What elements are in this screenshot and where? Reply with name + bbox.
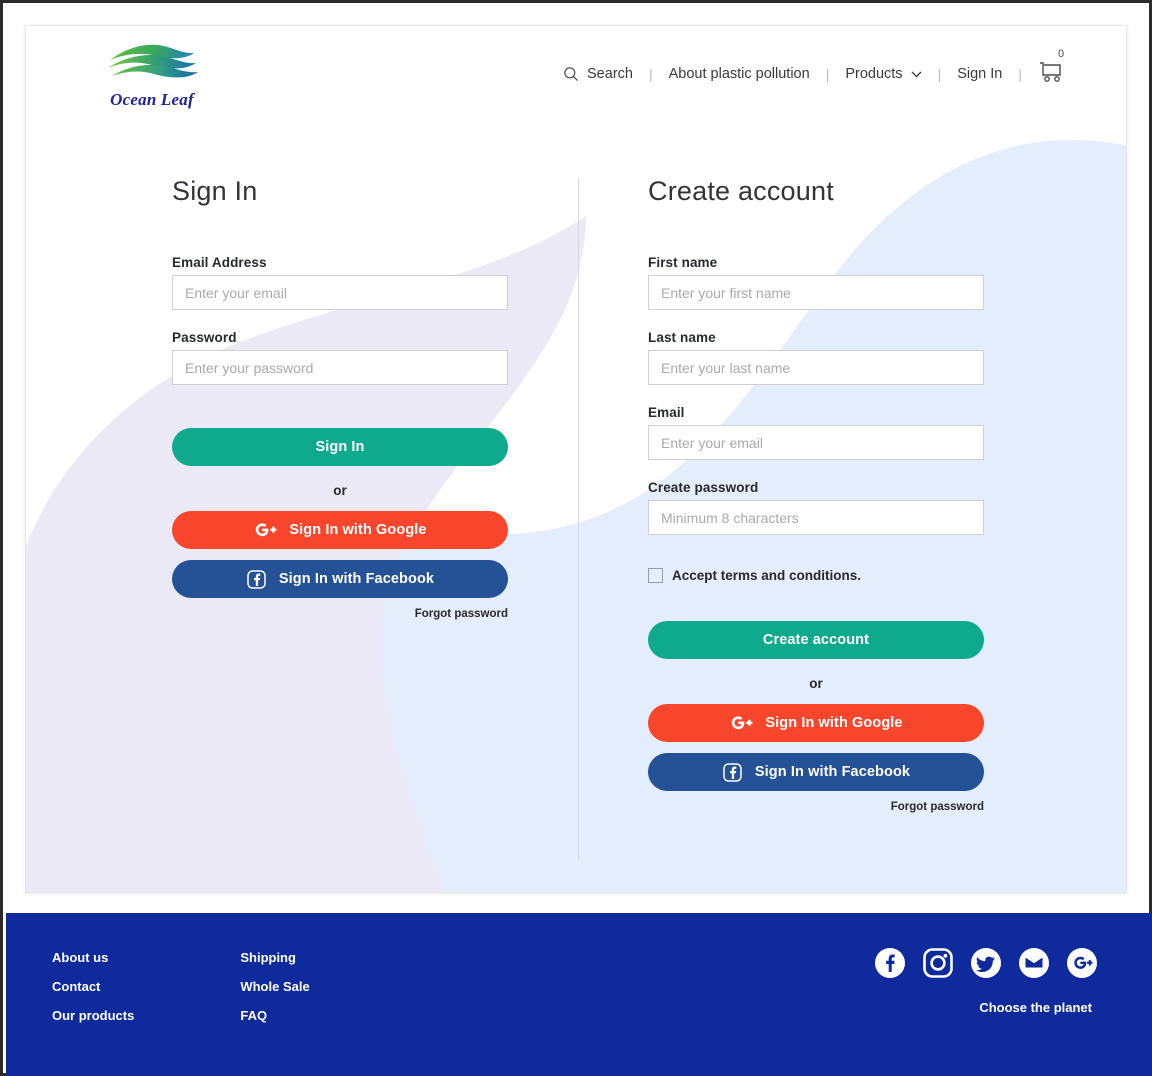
page-card: Ocean Leaf Search | About plastic pollut… [25,25,1127,893]
password-input[interactable] [172,350,508,385]
sign-in-panel: Sign In Email Address Password Sign In o… [172,176,508,620]
sign-in-submit-button[interactable]: Sign In [172,428,508,466]
sign-in-facebook-label: Sign In with Facebook [278,571,435,587]
create-password-input[interactable] [648,500,984,535]
site-header: Ocean Leaf Search | About plastic pollut… [26,26,1126,122]
footer-tagline: Choose the planet [979,1000,1092,1015]
email-field-group: Email Address [172,255,508,323]
nav-item-sign-in[interactable]: Sign In [941,66,1018,82]
google-plus-icon[interactable] [1066,947,1098,979]
main-navigation: Search | About plastic pollution | Produ… [547,26,1074,122]
last-name-field-group: Last name [648,330,984,398]
create-account-submit-button[interactable]: Create account [648,621,984,659]
logo[interactable]: Ocean Leaf [72,40,232,110]
chevron-down-icon [911,71,922,78]
sign-in-or-label: or [333,483,347,498]
create-account-or-label: or [809,676,823,691]
footer-link-our-products[interactable]: Our products [52,1008,134,1023]
footer-link-contact[interactable]: Contact [52,979,134,994]
footer-social-links [874,947,1098,979]
footer-links: About us Contact Our products Shipping W… [52,950,310,1023]
create-account-facebook-label: Sign In with Facebook [754,764,911,780]
create-account-facebook-button[interactable]: Sign In with Facebook [648,753,984,791]
nav-item-label: Sign In [957,66,1003,82]
facebook-icon[interactable] [874,947,906,979]
footer-link-whole-sale[interactable]: Whole Sale [240,979,309,994]
create-account-forgot-password-link[interactable]: Forgot password [648,801,984,813]
first-name-label: First name [648,255,718,270]
sign-in-google-label: Sign In with Google [289,522,427,538]
create-account-title: Create account [648,176,834,206]
password-label: Password [172,330,237,345]
create-email-label: Email [648,405,685,420]
twitter-icon[interactable] [970,947,1002,979]
password-field-group: Password [172,330,508,398]
logo-wordmark: Ocean Leaf [110,90,194,109]
first-name-field-group: First name [648,255,984,323]
create-password-label: Create password [648,480,759,495]
site-footer: About us Contact Our products Shipping W… [6,913,1152,1076]
nav-item-label: About plastic pollution [668,66,810,82]
nav-search-label: Search [587,66,633,82]
accept-terms-label: Accept terms and conditions. [672,568,862,583]
email-input[interactable] [172,275,508,310]
create-account-panel: Create account First name Last name Emai… [648,176,984,813]
nav-item-label: Products [845,66,903,82]
create-account-google-label: Sign In with Google [765,715,903,731]
nav-search[interactable]: Search [547,66,649,82]
cart-button[interactable]: 0 [1022,48,1074,88]
cart-count-badge: 0 [1058,48,1065,60]
footer-link-faq[interactable]: FAQ [240,1008,309,1023]
create-email-field-group: Email [648,405,984,473]
sign-in-facebook-button[interactable]: Sign In with Facebook [172,560,508,598]
ocean-leaf-wave-logo-icon [108,44,198,78]
create-password-field-group: Create password [648,480,984,548]
footer-link-shipping[interactable]: Shipping [240,950,309,965]
browser-frame: Ocean Leaf Search | About plastic pollut… [0,0,1152,1076]
first-name-input[interactable] [648,275,984,310]
footer-column-1: About us Contact Our products [52,950,134,1023]
last-name-input[interactable] [648,350,984,385]
create-account-google-button[interactable]: Sign In with Google [648,704,984,742]
google-plus-icon [732,716,753,730]
email-label: Email Address [172,255,267,270]
search-icon [564,67,579,82]
last-name-label: Last name [648,330,716,345]
sign-in-forgot-password-link[interactable]: Forgot password [172,608,508,620]
google-plus-icon [256,523,277,537]
sign-in-google-button[interactable]: Sign In with Google [172,511,508,549]
nav-item-products[interactable]: Products [829,66,937,82]
footer-column-2: Shipping Whole Sale FAQ [240,950,309,1023]
terms-row: Accept terms and conditions. [648,568,984,583]
email-icon[interactable] [1018,947,1050,979]
sign-in-title: Sign In [172,176,258,206]
facebook-icon [247,569,266,589]
nav-item-about-plastic-pollution[interactable]: About plastic pollution [653,66,826,82]
facebook-icon [723,762,742,782]
footer-link-about-us[interactable]: About us [52,950,134,965]
column-divider [578,178,579,860]
shopping-cart-icon [1040,62,1061,82]
instagram-icon[interactable] [922,947,954,979]
accept-terms-checkbox[interactable] [648,568,663,583]
create-email-input[interactable] [648,425,984,460]
